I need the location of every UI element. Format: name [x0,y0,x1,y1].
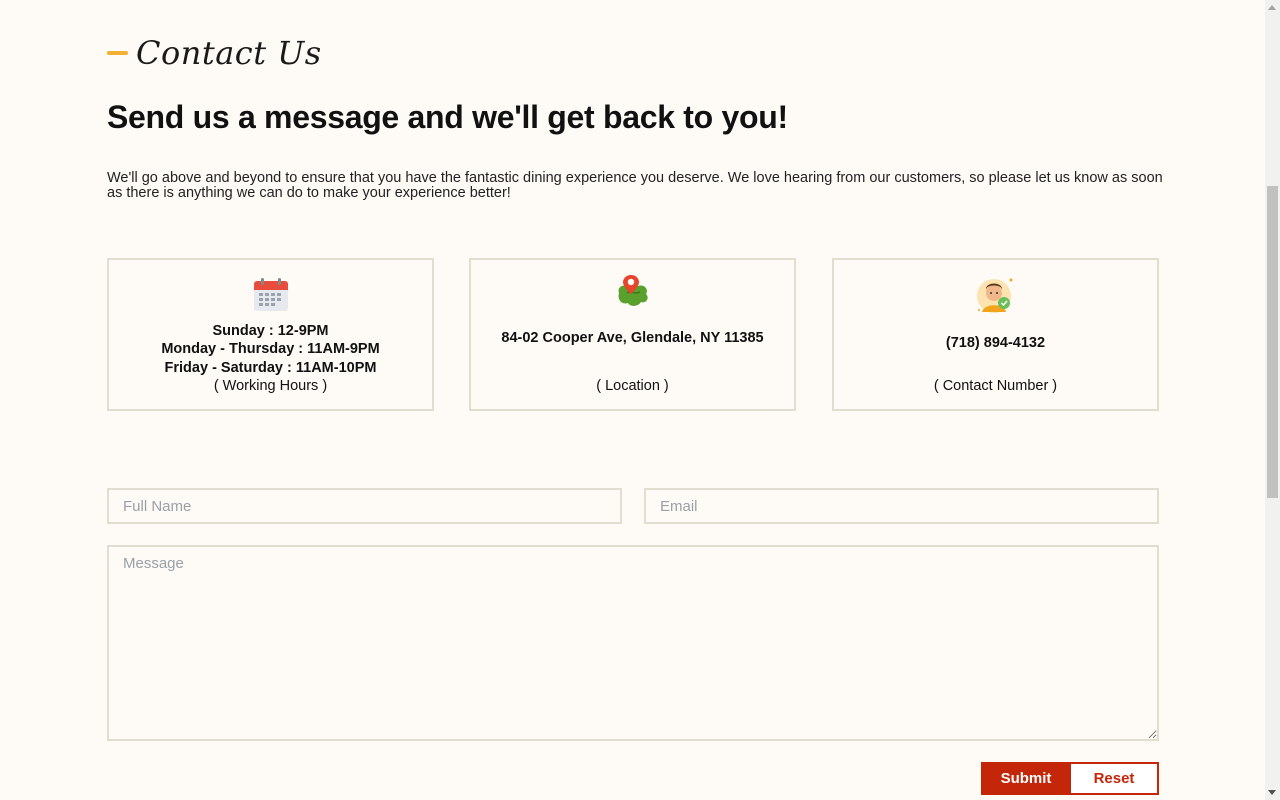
working-hours-caption: ( Working Hours ) [213,378,328,394]
hours-mon-thu: Monday - Thursday : 11AM-9PM [161,341,380,357]
form-actions: Submit Reset [981,762,1159,795]
scrollbar-thumb[interactable] [1267,186,1278,498]
reset-button[interactable]: Reset [1071,762,1159,795]
contact-number-card: (718) 894-4132 ( Contact Number ) [832,258,1159,411]
intro-paragraph: We'll go above and beyond to ensure that… [107,170,1163,201]
page-scrollbar[interactable] [1265,0,1280,800]
location-caption: ( Location ) [596,378,669,394]
calendar-icon [253,277,289,318]
section-tag: Contact Us [107,34,322,72]
contact-phone-number: (718) 894-4132 [945,335,1046,351]
page-title: Send us a message and we'll get back to … [107,99,788,135]
support-agent-icon [976,276,1016,321]
email-input[interactable] [644,488,1159,524]
contact-number-caption: ( Contact Number ) [933,378,1058,394]
full-name-input[interactable] [107,488,622,524]
hours-sunday: Sunday : 12-9PM [212,323,329,339]
hours-fri-sat: Friday - Saturday : 11AM-10PM [164,360,377,376]
location-address: 84-02 Cooper Ave, Glendale, NY 11385 [501,330,764,346]
section-tag-label: Contact Us [136,34,322,72]
working-hours-card: Sunday : 12-9PM Monday - Thursday : 11AM… [107,258,434,411]
map-pin-icon [613,273,653,316]
submit-button[interactable]: Submit [981,762,1071,795]
scroll-down-arrow-icon[interactable] [1268,790,1276,795]
message-textarea[interactable] [107,545,1159,741]
accent-dash [107,51,128,55]
contact-page: Contact Us Send us a message and we'll g… [0,0,1265,800]
location-card: 84-02 Cooper Ave, Glendale, NY 11385 ( L… [469,258,796,411]
scroll-up-arrow-icon[interactable] [1268,5,1276,10]
